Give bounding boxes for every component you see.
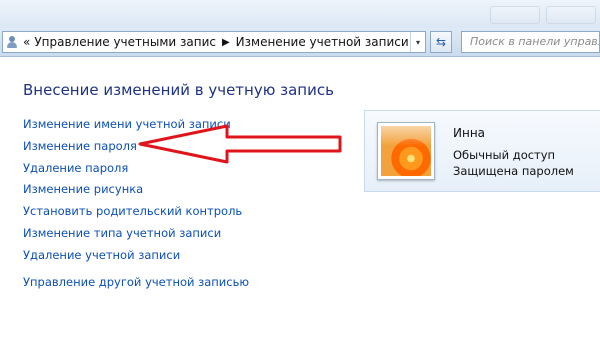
link-change-picture[interactable]: Изменение рисунка bbox=[23, 181, 249, 203]
page-title: Внесение изменений в учетную запись bbox=[23, 81, 334, 99]
breadcrumb-item-user-accounts[interactable]: Управление учетными запис bbox=[34, 35, 216, 49]
address-bar[interactable]: « Управление учетными запис ▶ Изменение … bbox=[2, 31, 426, 53]
window-title-bar bbox=[0, 0, 600, 28]
link-change-account-name[interactable]: Изменение имени учетной записи bbox=[23, 116, 249, 138]
title-bar-button-faded[interactable] bbox=[546, 6, 596, 24]
password-status: Защищена паролем bbox=[453, 164, 574, 178]
breadcrumb-item-change-account[interactable]: Изменение учетной записи bbox=[236, 35, 409, 49]
user-accounts-icon bbox=[5, 35, 19, 49]
chevron-right-icon[interactable]: ▶ bbox=[222, 37, 230, 48]
task-links: Изменение имени учетной записи Изменение… bbox=[23, 116, 249, 295]
account-type: Обычный доступ bbox=[453, 148, 556, 162]
link-change-account-type[interactable]: Изменение типа учетной записи bbox=[23, 225, 249, 247]
link-remove-password[interactable]: Удаление пароля bbox=[23, 160, 249, 182]
dropdown-arrow-icon[interactable]: ▾ bbox=[410, 32, 425, 52]
orange-flower-avatar[interactable] bbox=[377, 122, 435, 180]
link-manage-another-account[interactable]: Управление другой учетной записью bbox=[23, 274, 249, 296]
user-name: Инна bbox=[453, 126, 486, 140]
link-change-password[interactable]: Изменение пароля bbox=[23, 138, 249, 160]
navigation-bar: « Управление учетными запис ▶ Изменение … bbox=[0, 28, 600, 57]
search-input[interactable]: Поиск в панели управл bbox=[461, 31, 600, 53]
refresh-icon[interactable]: ⇆ bbox=[430, 31, 452, 53]
title-bar-button-faded[interactable] bbox=[490, 6, 540, 24]
link-delete-account[interactable]: Удаление учетной записи bbox=[23, 247, 249, 269]
user-account-card: Инна Обычный доступ Защищена паролем bbox=[364, 110, 600, 192]
breadcrumb-overflow-icon[interactable]: « bbox=[23, 35, 30, 49]
link-parental-controls[interactable]: Установить родительский контроль bbox=[23, 203, 249, 225]
